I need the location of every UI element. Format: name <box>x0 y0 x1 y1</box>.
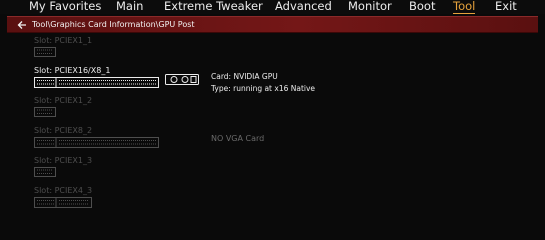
slot-label: Slot: PCIEX1_2 <box>34 96 93 105</box>
pcie-x16-slot-icon <box>34 77 159 88</box>
slot-label: Slot: PCIEX16/X8_1 <box>34 66 111 75</box>
slot-pciex1-3: Slot: PCIEX1_3 <box>34 156 92 177</box>
slot-pciex1-1: Slot: PCIEX1_1 <box>34 36 92 57</box>
breadcrumb: Tool\Graphics Card Information\GPU Post <box>32 20 195 29</box>
menu-main[interactable]: Main <box>116 0 143 13</box>
menu-boot[interactable]: Boot <box>409 0 435 13</box>
pcie-x1-slot-icon <box>34 167 56 177</box>
slot-label: Slot: PCIEX1_1 <box>34 36 93 45</box>
menu-my-favorites[interactable]: My Favorites <box>29 0 101 13</box>
top-menu: My Favorites Main Extreme Tweaker Advanc… <box>0 0 545 14</box>
pcie-x8-slot-icon <box>34 137 159 148</box>
slot-label: Slot: PCIEX8_2 <box>34 126 93 135</box>
back-arrow-icon[interactable] <box>17 19 27 31</box>
gpu-card-icon <box>165 74 199 85</box>
pcie-x1-slot-icon <box>34 47 56 57</box>
menu-monitor[interactable]: Monitor <box>348 0 392 13</box>
slot-label: Slot: PCIEX1_3 <box>34 156 93 165</box>
no-vga-card-text: NO VGA Card <box>211 134 265 143</box>
slot-pciex16-x8-1[interactable]: Slot: PCIEX16/X8_1 <box>34 66 159 88</box>
slot-pciex8-2: Slot: PCIEX8_2 <box>34 126 159 148</box>
menu-tool[interactable]: Tool <box>453 0 476 14</box>
menu-exit[interactable]: Exit <box>495 0 517 13</box>
menu-extreme-tweaker[interactable]: Extreme Tweaker <box>164 0 263 13</box>
pcie-x1-slot-icon <box>34 107 56 117</box>
pcie-x4-slot-icon <box>34 197 92 208</box>
card-name: Card: NVIDIA GPU <box>211 72 278 81</box>
slot-pciex1-2: Slot: PCIEX1_2 <box>34 96 92 117</box>
slot-label: Slot: PCIEX4_3 <box>34 186 93 195</box>
slot-pciex4-3: Slot: PCIEX4_3 <box>34 186 92 208</box>
menu-advanced[interactable]: Advanced <box>275 0 332 13</box>
card-type: Type: running at x16 Native <box>211 84 316 93</box>
breadcrumb-bar: Tool\Graphics Card Information\GPU Post <box>7 16 538 33</box>
